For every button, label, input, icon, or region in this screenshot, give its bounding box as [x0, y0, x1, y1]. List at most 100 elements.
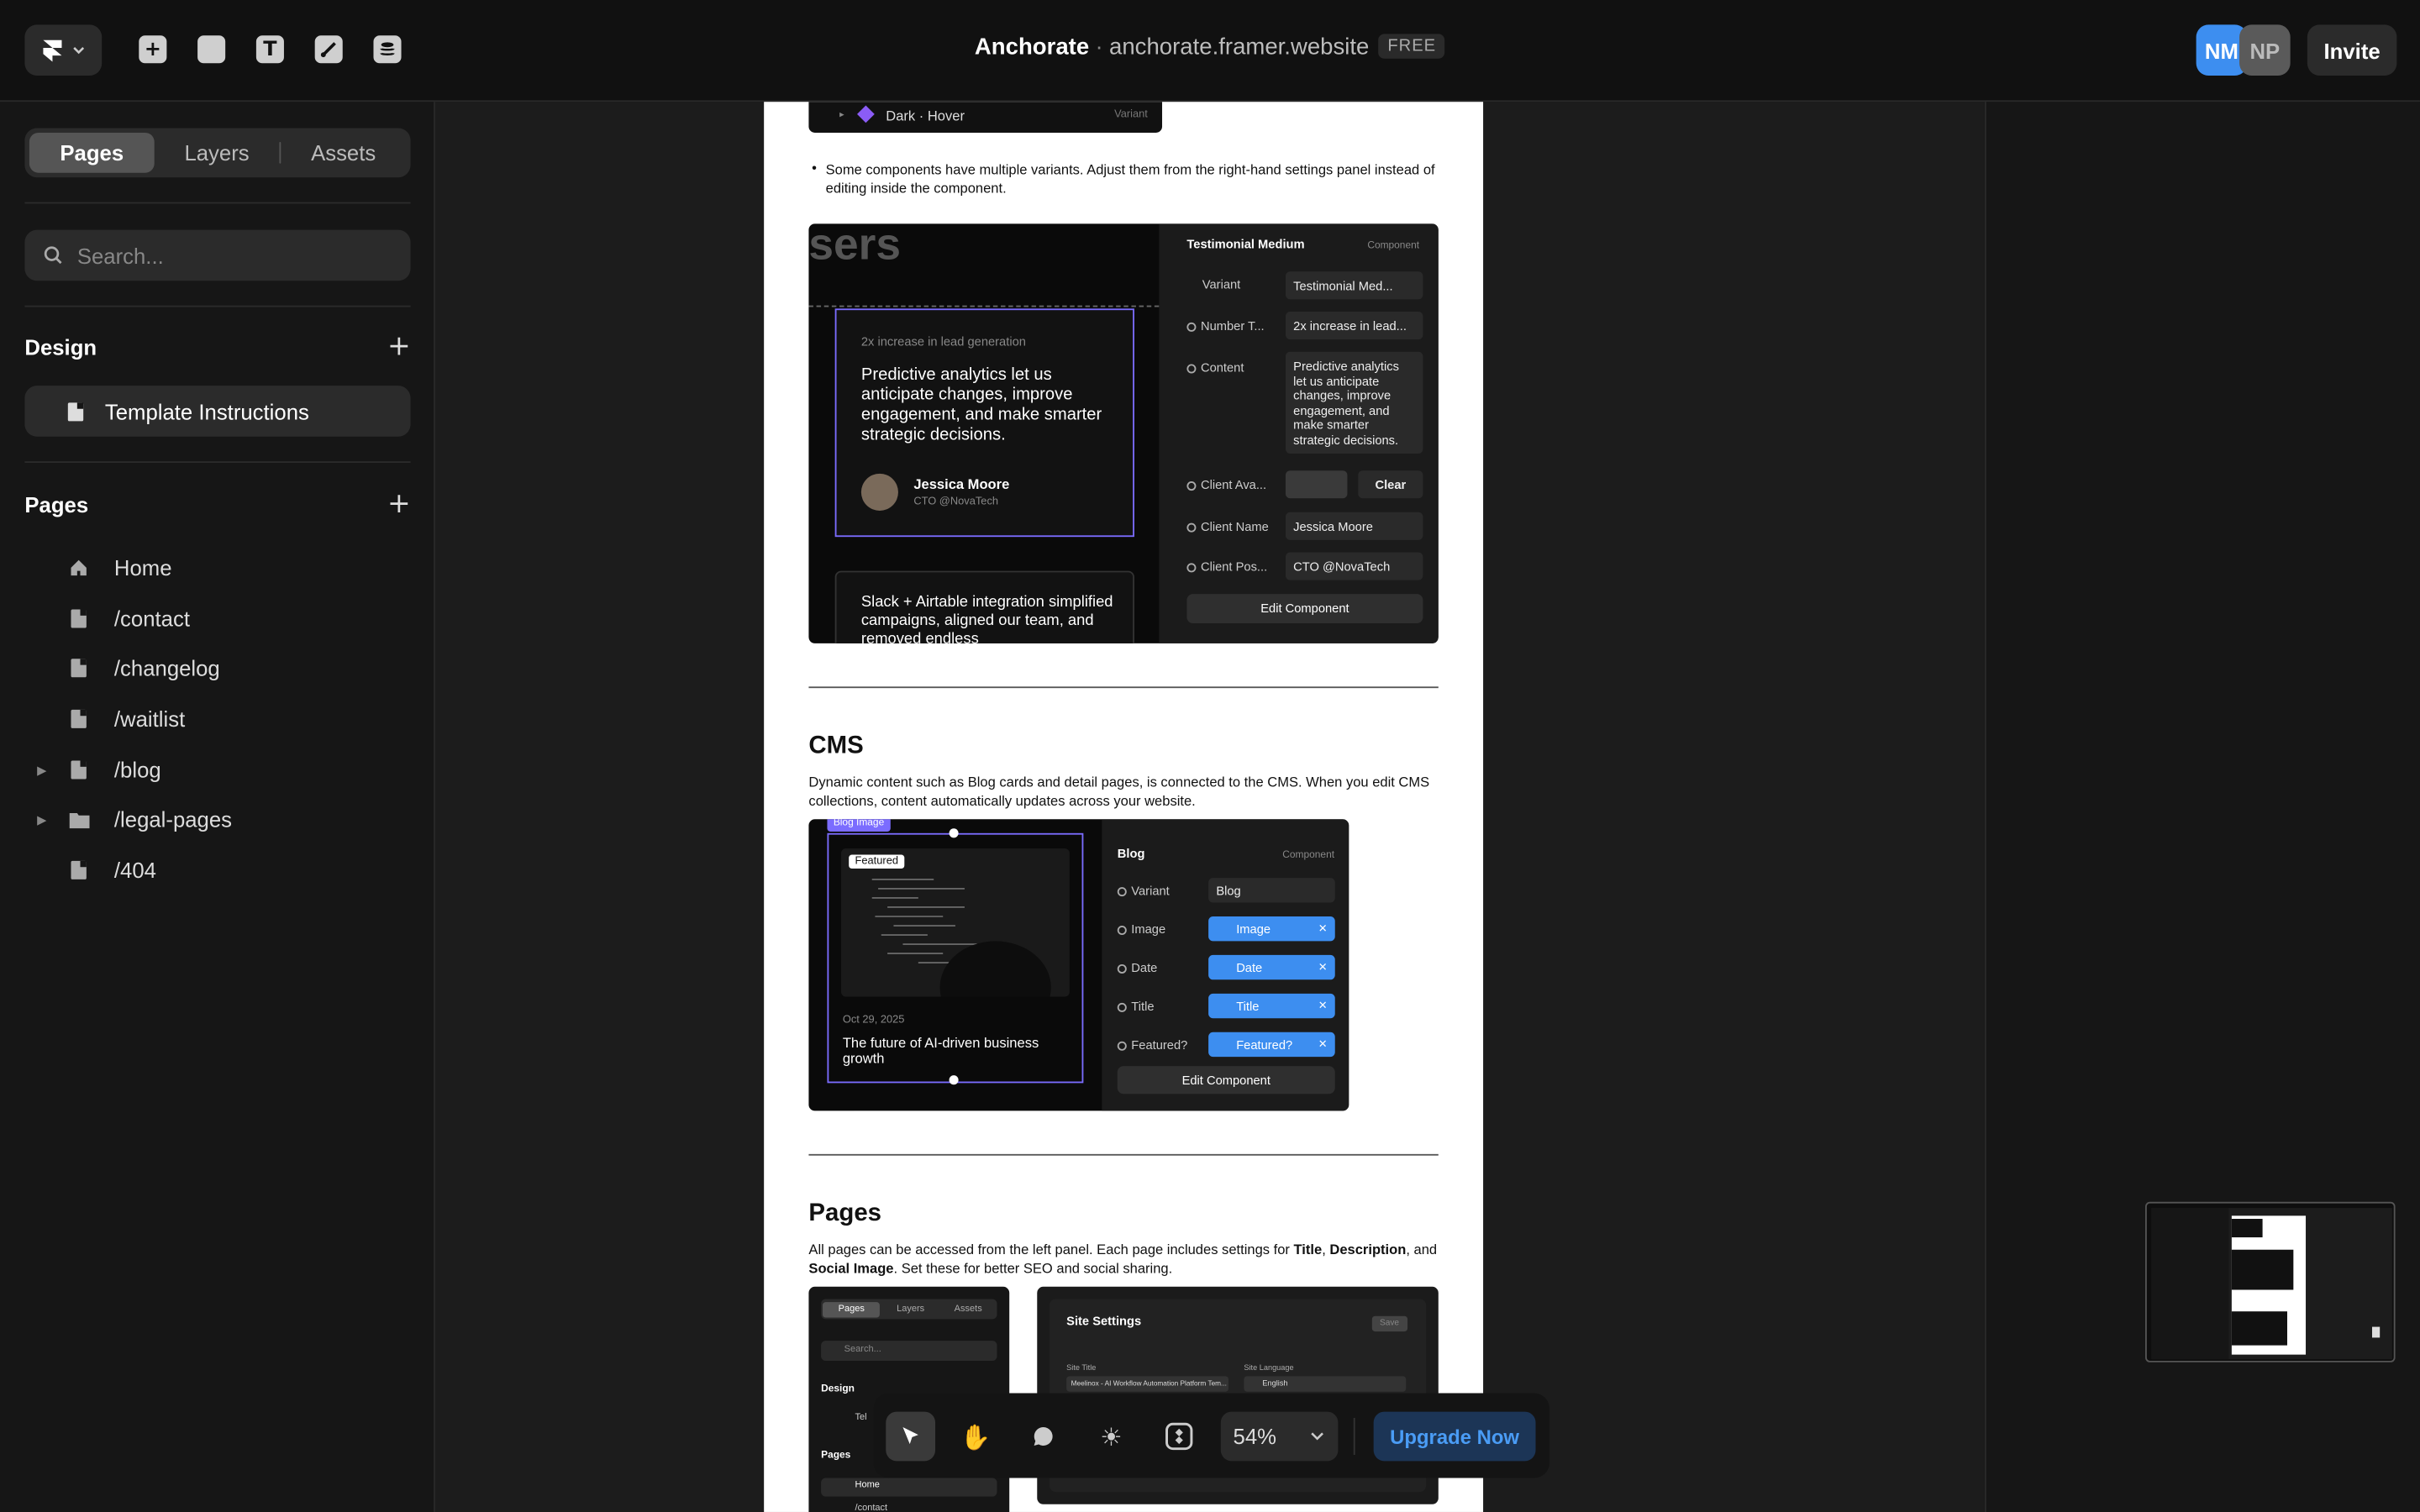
page-item-label: Home	[821, 1478, 997, 1497]
variant-row-screenshot: ▸ Dark · Hover Variant ⚭	[808, 102, 1163, 133]
file-icon	[68, 760, 90, 780]
cms-text: Dynamic content such as Blog cards and d…	[808, 774, 1430, 809]
client-name-field: Jessica Moore	[1285, 512, 1423, 540]
variant-select: Blog	[1208, 878, 1335, 903]
design-section-title: Design	[24, 334, 97, 360]
bullet: •	[812, 160, 817, 176]
close-icon: ✕	[1318, 1039, 1328, 1051]
gear-icon	[1117, 886, 1127, 896]
chevron-down-icon	[1311, 1432, 1323, 1441]
page-item-home[interactable]: Home	[37, 549, 172, 586]
search-placeholder: Search...	[76, 243, 164, 268]
page-item-label: /contact	[113, 606, 190, 632]
cursor-icon	[902, 1426, 918, 1445]
card2-text: Slack + Airtable integration simplified …	[860, 594, 1113, 643]
card-quote: Predictive analytics let us anticipate c…	[860, 365, 1102, 444]
comment-tool-button[interactable]	[1018, 1412, 1068, 1462]
page-item-changelog[interactable]: /changelog	[37, 649, 220, 686]
tab-assets: Assets	[954, 1304, 982, 1314]
comment-icon	[1034, 1426, 1053, 1446]
content-field: Predictive analytics let us anticipate c…	[1285, 351, 1423, 454]
testimonial-card-2: Slack + Airtable integration simplified …	[834, 570, 1134, 643]
page-item-legal-pages[interactable]: ▶ /legal-pages	[37, 801, 232, 837]
client-position-field: CTO @NovaTech	[1285, 552, 1423, 580]
row-label: Client Ava...	[1186, 478, 1266, 492]
variant-row-label: Dark · Hover	[886, 108, 965, 123]
pages-heading: Pages	[808, 1200, 882, 1227]
field-value: Clear	[1375, 477, 1407, 491]
edit-component-button: Edit Component	[1117, 1066, 1335, 1095]
select-tool-button[interactable]	[886, 1411, 936, 1462]
row-label: Number T...	[1186, 319, 1265, 333]
page-item-404[interactable]: /404	[37, 852, 156, 889]
page-item-waitlist[interactable]: /waitlist	[37, 701, 185, 738]
search-icon	[44, 246, 62, 265]
tab-layers[interactable]: Layers	[155, 133, 280, 173]
blog-image: Featured	[841, 848, 1070, 997]
theme-toggle-button[interactable]: ☀	[1086, 1412, 1136, 1462]
upgrade-now-button[interactable]: Upgrade Now	[1373, 1411, 1536, 1462]
panel-tag: Component	[1367, 240, 1420, 252]
person-name: Jessica Moore	[913, 476, 1010, 492]
field-value: Predictive analytics let us anticipate c…	[1293, 359, 1399, 447]
file-icon	[68, 659, 90, 678]
field-value: 2x increase in lead...	[1293, 318, 1407, 333]
field-value: Featured?	[1236, 1037, 1293, 1052]
gear-icon	[1186, 480, 1197, 491]
page-item-contact[interactable]: /contact	[37, 600, 190, 637]
template-instructions-frame[interactable]: ▸ Dark · Hover Variant ⚭ • Some componen…	[764, 102, 1484, 1512]
design-item-label: Template Instructions	[104, 398, 309, 424]
avatar-initials: NP	[2249, 37, 2281, 63]
zoom-select[interactable]: 54%	[1220, 1411, 1339, 1462]
blog-title: The future of AI-driven business growth	[842, 1035, 1039, 1067]
tab-assets[interactable]: Assets	[281, 133, 406, 173]
canvas-minimap[interactable]	[2145, 1201, 2396, 1362]
title-binding-field: Title ✕	[1208, 993, 1335, 1019]
date-binding-field: Date ✕	[1208, 954, 1335, 980]
blog-date: Oct 29, 2025	[842, 1015, 905, 1026]
hand-tool-button[interactable]: ✋	[950, 1412, 1000, 1462]
row-label: Client Pos...	[1186, 560, 1267, 574]
design-item-template-instructions[interactable]: Template Instructions	[24, 386, 411, 437]
avatar[interactable]: NP	[2239, 24, 2291, 76]
field-value: Jessica Moore	[1293, 519, 1373, 533]
field-value: Image	[1236, 921, 1271, 936]
add-page-button[interactable]: +	[387, 490, 411, 517]
field-value: Testimonial Med...	[1293, 278, 1393, 293]
add-design-page-button[interactable]: +	[387, 333, 411, 360]
panel-tag: Component	[1282, 850, 1335, 861]
pages-section-title: Pages	[24, 491, 89, 517]
search-input: Search...	[821, 1341, 997, 1361]
section-divider	[808, 1153, 1439, 1156]
folder-icon	[68, 811, 90, 828]
invite-button[interactable]: Invite	[2307, 24, 2397, 76]
card-kicker: 2x increase in lead generation	[860, 334, 1026, 349]
cms-screenshot: Blog Image Featured Oct 29, 2025 The fut…	[808, 819, 1349, 1111]
resize-handle	[949, 1075, 959, 1085]
page-item-blog[interactable]: ▶ /blog	[37, 751, 161, 788]
search-input[interactable]: Search...	[24, 229, 411, 281]
page-item-label: /changelog	[113, 655, 220, 680]
top-bar: + T Anchorate · anchorate.framer.website FR…	[0, 0, 2420, 102]
left-panel: Pages Layers Assets Search... Design + T…	[0, 102, 435, 1512]
row-label: Variant	[1117, 884, 1170, 898]
page-item-label: /404	[113, 858, 156, 883]
tab-pages: Pages	[822, 1301, 881, 1317]
field-value: Blog	[1216, 883, 1241, 898]
testimonial-settings-panel: Testimonial Medium Component Variant Tes…	[1159, 223, 1439, 643]
expand-caret-icon[interactable]: ▶	[37, 812, 59, 827]
section-divider	[808, 686, 1439, 689]
site-title-field: Meelinox - AI Workflow Automation Platfo…	[1066, 1376, 1229, 1392]
tab-pages[interactable]: Pages	[29, 132, 155, 173]
file-icon	[68, 609, 90, 628]
variant-select: Testimonial Med...	[1285, 271, 1423, 300]
close-icon: ✕	[1318, 1001, 1328, 1012]
plugins-button[interactable]	[1155, 1412, 1204, 1462]
avatar-initials: NM	[2204, 37, 2238, 63]
divider	[24, 305, 411, 307]
title-separator: ·	[1095, 34, 1103, 60]
zoom-value: 54%	[1233, 1424, 1277, 1449]
testimonial-card-selected: 2x increase in lead generation Predictiv…	[834, 308, 1134, 538]
project-title[interactable]: Anchorate · anchorate.framer.website FREE	[0, 34, 2420, 60]
expand-caret-icon[interactable]: ▶	[37, 763, 59, 777]
